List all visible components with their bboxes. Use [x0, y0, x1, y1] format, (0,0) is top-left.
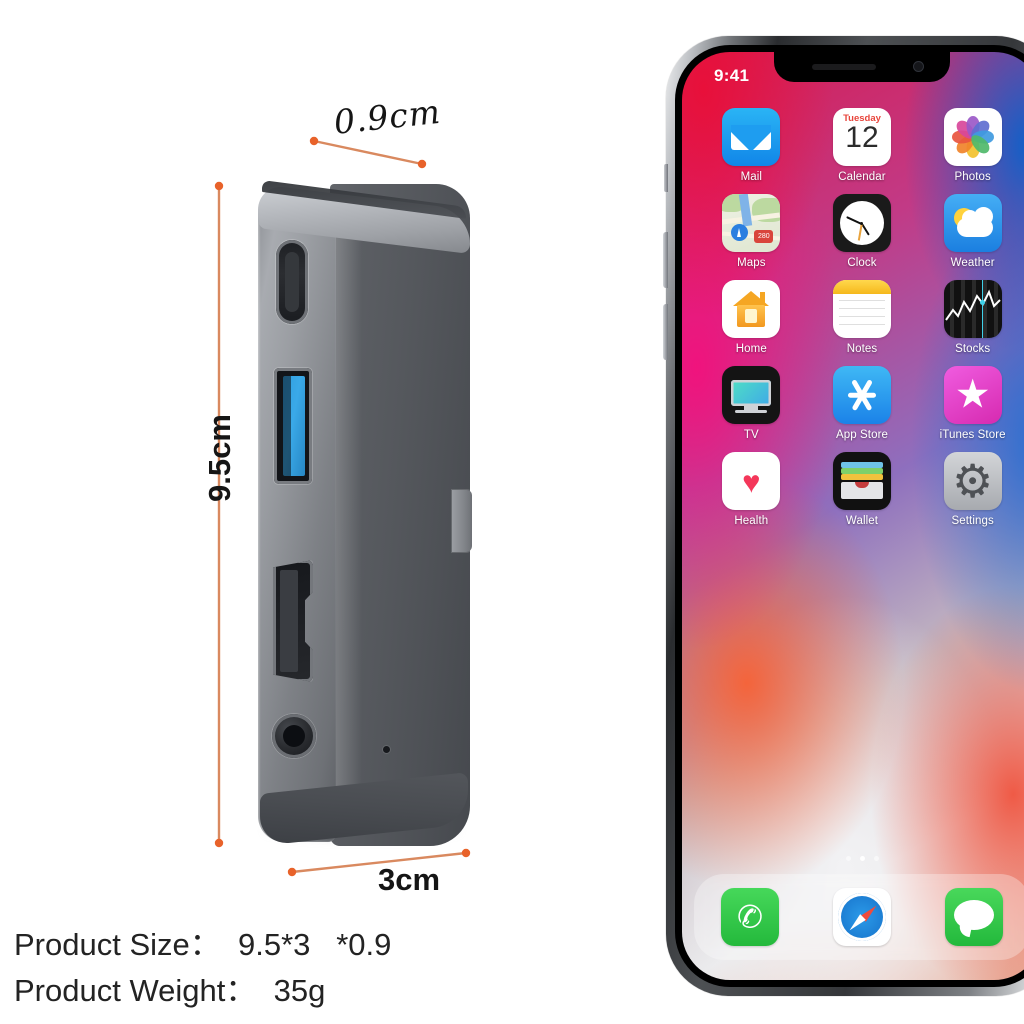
volume-up-button[interactable]	[663, 232, 668, 288]
front-camera-icon	[913, 61, 924, 72]
app-label: Mail	[740, 171, 763, 183]
app-label: TV	[743, 429, 759, 441]
photos-icon	[943, 108, 1002, 166]
product-size-text: Product Size： 9.5*3 *0.9	[14, 927, 392, 962]
app-icon-photos[interactable]: Photos	[927, 108, 1019, 183]
usb-a-slot	[283, 376, 291, 476]
product-spec-block: Product Size： 9.5*3 *0.9 Product Weight：…	[14, 922, 654, 1014]
hdmi-inner-cavity	[280, 570, 298, 672]
app-label: Stocks	[955, 343, 991, 355]
app-icon-clock[interactable]: Clock	[816, 194, 908, 269]
home-icon	[722, 280, 781, 338]
app-icon-stocks[interactable]: Stocks	[927, 280, 1019, 355]
wallet-icon	[832, 452, 891, 510]
page-dot[interactable]	[845, 856, 851, 861]
home-screen-dock: ✆	[694, 874, 1024, 960]
hub-highlight	[336, 198, 362, 828]
page-dot-active[interactable]	[859, 856, 865, 861]
width-dimension-endpoint-right	[461, 848, 471, 858]
app-label: Calendar	[838, 171, 886, 183]
app-label: Home	[735, 343, 767, 355]
weather-icon	[943, 194, 1002, 252]
product-image-canvas: 0.9cm 9.5cm 3cm 9:41 Mail Tuesday 12 Cal…	[0, 0, 1024, 1024]
product-weight-text: Product Weight： 35g	[14, 973, 326, 1008]
phone-notch	[774, 52, 950, 82]
app-label: Health	[734, 515, 769, 527]
app-icon-calendar[interactable]: Tuesday 12 Calendar	[816, 108, 908, 183]
app-label: iTunes Store	[939, 429, 1006, 441]
app-label: Wallet	[845, 515, 879, 527]
app-label: Photos	[954, 171, 991, 183]
mute-switch[interactable]	[664, 164, 668, 192]
home-screen-app-grid: Mail Tuesday 12 Calendar Photos 280 Maps…	[682, 108, 1024, 527]
app-store-icon	[832, 366, 891, 424]
width-dimension-label: 3cm	[378, 862, 441, 897]
depth-dimension-label: 0.9cm	[332, 91, 443, 142]
app-label: Settings	[951, 515, 994, 527]
tv-icon	[722, 366, 781, 424]
app-icon-app-store[interactable]: App Store	[816, 366, 908, 441]
app-icon-settings[interactable]: ⚙ Settings	[927, 452, 1019, 527]
depth-dimension-endpoint-left	[309, 136, 319, 146]
app-icon-itunes-store[interactable]: ★ iTunes Store	[927, 366, 1019, 441]
home-screen-page-dots[interactable]	[682, 856, 1024, 861]
app-label: Weather	[950, 257, 995, 269]
messages-icon[interactable]	[945, 888, 1003, 946]
app-icon-notes[interactable]: Notes	[816, 280, 908, 355]
app-label: Notes	[846, 343, 878, 355]
usb-c-hub-product	[252, 178, 480, 850]
earpiece-speaker-icon	[812, 64, 876, 70]
calendar-date: 12	[845, 121, 879, 154]
usb-a-3-port	[274, 368, 312, 484]
app-icon-wallet[interactable]: Wallet	[816, 452, 908, 527]
page-dot[interactable]	[873, 856, 879, 861]
calendar-icon: Tuesday 12	[832, 108, 891, 166]
mail-icon	[722, 108, 781, 166]
app-icon-maps[interactable]: 280 Maps	[705, 194, 797, 269]
phone-icon[interactable]: ✆	[721, 888, 779, 946]
app-icon-home[interactable]: Home	[705, 280, 797, 355]
width-dimension-endpoint-left	[287, 867, 297, 877]
phone-screen: 9:41 Mail Tuesday 12 Calendar Photos 280…	[682, 52, 1024, 980]
maps-icon: 280	[722, 194, 781, 252]
clock-icon	[832, 194, 891, 252]
stocks-icon	[943, 280, 1002, 338]
app-label: Clock	[847, 257, 877, 269]
app-icon-health[interactable]: ♥ Health	[705, 452, 797, 527]
safari-icon[interactable]	[833, 888, 891, 946]
itunes-store-icon: ★	[943, 366, 1002, 424]
app-label: App Store	[835, 429, 888, 441]
led-indicator	[383, 746, 390, 753]
app-label: Maps	[737, 257, 766, 269]
maps-pin-icon	[731, 224, 749, 241]
app-icon-mail[interactable]: Mail	[705, 108, 797, 183]
usb-c-male-connector	[452, 490, 472, 552]
maps-route-badge: 280	[754, 230, 774, 243]
audio-jack-port	[272, 714, 316, 758]
app-icon-tv[interactable]: TV	[705, 366, 797, 441]
settings-icon: ⚙	[943, 452, 1002, 510]
notes-icon	[832, 280, 891, 338]
health-icon: ♥	[722, 452, 781, 510]
usb-c-power-port	[276, 240, 308, 324]
height-dimension-label: 9.5cm	[201, 414, 237, 502]
depth-dimension-endpoint-right	[417, 159, 427, 169]
app-icon-weather[interactable]: Weather	[927, 194, 1019, 269]
volume-down-button[interactable]	[663, 304, 668, 360]
height-dimension-endpoint-bottom	[214, 838, 224, 848]
height-dimension-endpoint-top	[214, 181, 224, 191]
status-bar-time: 9:41	[714, 66, 750, 85]
depth-dimension-line	[313, 139, 423, 166]
iphone-device: 9:41 Mail Tuesday 12 Calendar Photos 280…	[663, 36, 1024, 996]
